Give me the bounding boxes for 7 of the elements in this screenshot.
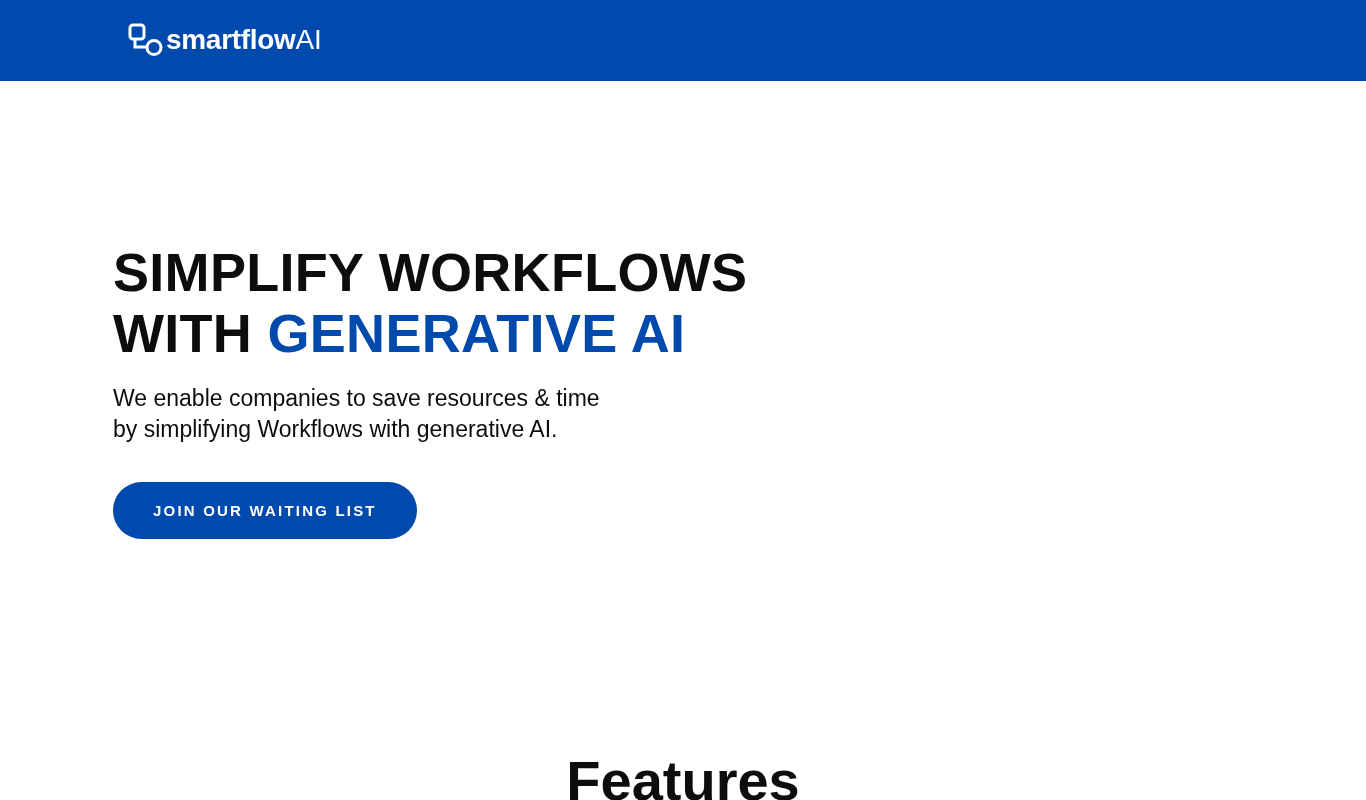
logo-link[interactable]: smartflowAI bbox=[128, 22, 322, 57]
features-heading: Features bbox=[566, 751, 800, 800]
hero-heading: SIMPLIFY WORKFLOWS WITH GENERATIVE AI bbox=[113, 242, 749, 364]
logo-icon bbox=[128, 22, 164, 57]
hero-subtitle: We enable companies to save resources & time by simplifying Workflows with generative AI. bbox=[113, 384, 601, 444]
logo-wordmark: smartflowAI bbox=[166, 23, 322, 56]
join-waiting-list-button[interactable]: JOIN OUR WAITING LIST bbox=[113, 482, 417, 539]
